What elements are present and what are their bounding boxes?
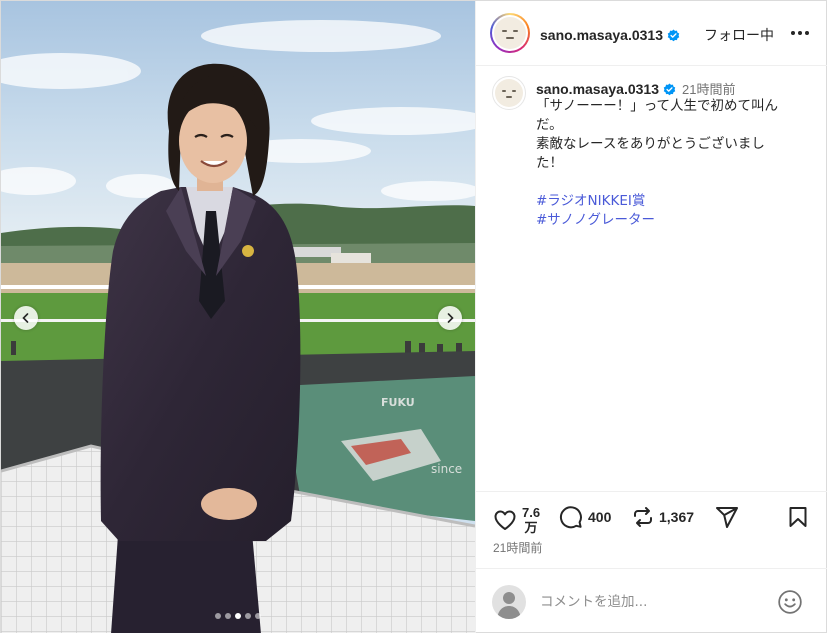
- repost-icon: [634, 507, 652, 527]
- more-options-button[interactable]: [788, 23, 812, 43]
- save-button[interactable]: [786, 505, 810, 529]
- caption-line: 素敵なレースをありがとうございまし: [536, 136, 765, 152]
- hashtag-link[interactable]: #ラジオNIKKEI賞: [536, 192, 816, 211]
- post-photo[interactable]: FUKU since: [1, 1, 475, 633]
- hashtag-link[interactable]: #サノノグレーター: [536, 211, 816, 230]
- carousel-dot-active: [235, 613, 241, 619]
- carousel-dot: [215, 613, 221, 619]
- post-header: sano.masaya.0313 フォロー中: [476, 1, 827, 66]
- more-horizontal-icon: [791, 31, 795, 35]
- likes-count[interactable]: 7.6 万: [522, 505, 540, 535]
- following-button[interactable]: フォロー中: [704, 25, 774, 45]
- carousel-dot: [225, 613, 231, 619]
- add-comment-section: [476, 568, 827, 633]
- current-user-avatar: [492, 585, 526, 619]
- carousel-next-button[interactable]: [438, 306, 462, 330]
- instagram-post: FUKU since sano.masaya.0313 フォロー中 sano.m…: [0, 0, 827, 633]
- smiley-icon[interactable]: [777, 589, 803, 615]
- default-avatar-icon: [497, 592, 521, 619]
- header-username-link[interactable]: sano.masaya.0313: [540, 27, 663, 43]
- racecourse-photo: FUKU since: [1, 1, 475, 633]
- share-icon: [716, 507, 738, 528]
- reposts-count: 1,367: [659, 509, 695, 525]
- avatar-face-icon: [495, 79, 523, 107]
- repost-button[interactable]: 1,367: [631, 505, 694, 529]
- carousel-dot: [255, 613, 261, 619]
- post-timestamp[interactable]: 21時間前: [493, 539, 542, 556]
- post-actions: 7.6 万 400 1,367 21時間前: [476, 491, 827, 563]
- profile-avatar[interactable]: [490, 13, 530, 53]
- share-button[interactable]: [714, 505, 740, 529]
- carousel-dot: [245, 613, 251, 619]
- carousel-indicator: [1, 613, 475, 619]
- caption-header: sano.masaya.0313 21時間前: [536, 79, 735, 98]
- signage-fuku: FUKU: [381, 396, 415, 409]
- caption-avatar[interactable]: [492, 76, 526, 110]
- caption-timestamp[interactable]: 21時間前: [682, 82, 735, 97]
- comment-button[interactable]: 400: [558, 505, 611, 529]
- carousel-prev-button[interactable]: [14, 306, 38, 330]
- caption-line: 「サノーーー！」って人生で初めて叫ん: [536, 98, 779, 114]
- header-user: sano.masaya.0313: [540, 25, 680, 44]
- chevron-left-icon: [22, 313, 29, 323]
- signage-since: since: [431, 462, 462, 476]
- bookmark-icon: [789, 507, 807, 527]
- caption-username-link[interactable]: sano.masaya.0313: [536, 81, 659, 97]
- post-sidebar: sano.masaya.0313 フォロー中 sano.masaya.0313 2…: [475, 1, 827, 633]
- comment-icon: [559, 506, 582, 529]
- caption-line: た！: [536, 155, 563, 171]
- comment-input[interactable]: [540, 591, 770, 613]
- avatar-face-icon: [494, 17, 526, 49]
- caption-text: 「サノーーー！」って人生で初めて叫ん だ。 素敵なレースをありがとうございまし …: [536, 97, 816, 230]
- like-button[interactable]: 7.6 万: [492, 505, 540, 535]
- verified-badge-icon: [667, 29, 680, 42]
- comments-count: 400: [588, 509, 612, 525]
- post-caption: sano.masaya.0313 21時間前 「サノーーー！」って人生で初めて叫ん…: [476, 66, 827, 491]
- heart-icon: [494, 510, 516, 530]
- verified-badge-icon: [663, 83, 676, 96]
- caption-line: だ。: [536, 117, 563, 133]
- chevron-right-icon: [447, 313, 454, 323]
